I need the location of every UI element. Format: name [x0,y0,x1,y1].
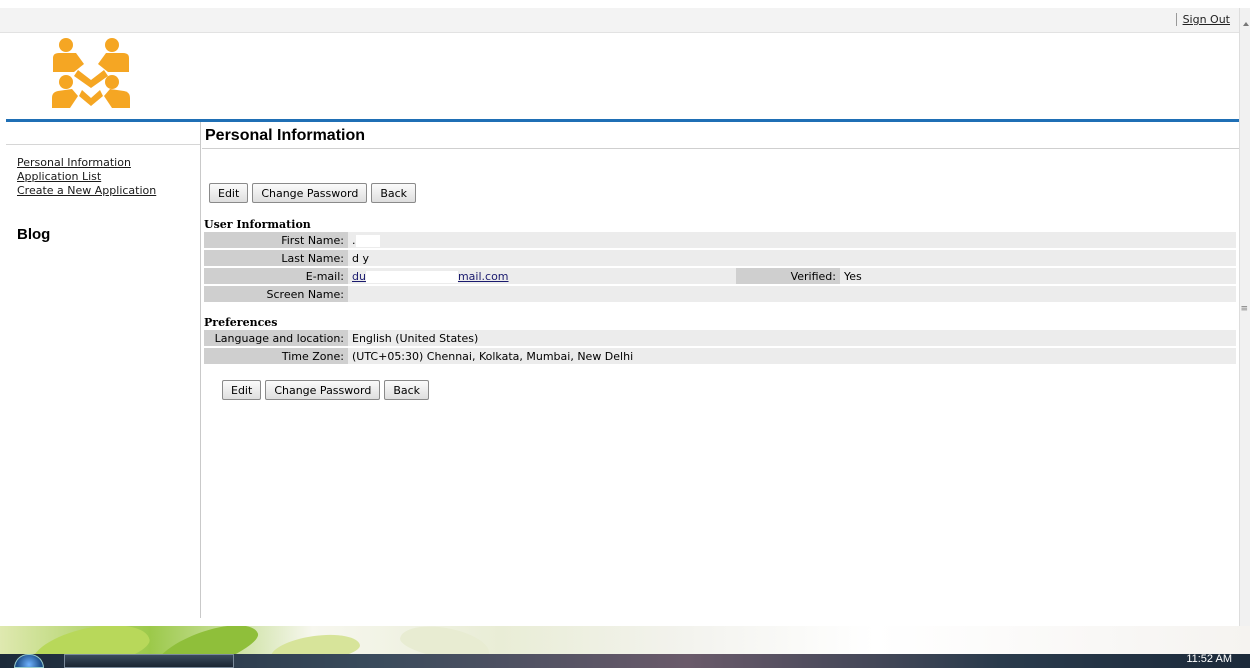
preferences-table: Language and location: English (United S… [204,328,1236,366]
timezone-value: (UTC+05:30) Chennai, Kolkata, Mumbai, Ne… [348,348,1236,364]
user-information-table: First Name: . Last Name: d y E-mail: du m… [204,230,1236,304]
header-divider [6,119,1240,122]
last-name-label: Last Name: [204,250,348,266]
table-row: Time Zone: (UTC+05:30) Chennai, Kolkata,… [204,348,1236,364]
redaction-mask [365,270,458,283]
top-bar: Sign Out [0,8,1240,33]
wallpaper-leaf [268,629,362,654]
redaction-mask [355,234,380,247]
wallpaper-leaf [27,626,153,654]
scroll-up-arrow-icon[interactable] [1243,22,1249,26]
wallpaper-leaf [147,626,263,654]
back-button[interactable]: Back [371,183,417,203]
vertical-scrollbar[interactable]: ≡ [1239,8,1250,626]
sign-out-link[interactable]: Sign Out [1175,13,1230,26]
title-divider [202,148,1240,149]
table-row: Language and location: English (United S… [204,330,1236,346]
first-name-value: . [348,232,1236,248]
verified-label: Verified: [736,268,840,284]
verified-value: Yes [840,268,1236,284]
bottom-button-row: Edit Change Password Back [222,380,430,400]
page-title: Personal Information [205,127,366,144]
email-label: E-mail: [204,268,348,284]
language-label: Language and location: [204,330,348,346]
taskbar-window-button[interactable] [64,654,234,668]
email-value: du mail.com [348,268,736,284]
timezone-label: Time Zone: [204,348,348,364]
sidebar-nav: Personal Information Application List Cr… [17,156,197,198]
edit-button[interactable]: Edit [222,380,262,400]
sidebar-item-personal-information[interactable]: Personal Information [17,156,197,170]
back-button[interactable]: Back [384,380,430,400]
language-value: English (United States) [348,330,1236,346]
people-logo-icon [52,38,130,108]
first-name-label: First Name: [204,232,348,248]
table-row: First Name: . [204,232,1236,248]
nav-header-strip [6,124,200,145]
wallpaper-leaf [398,626,492,654]
screen-name-value [348,286,1236,302]
screen-name-label: Screen Name: [204,286,348,302]
change-password-button[interactable]: Change Password [265,380,381,400]
sidebar-item-application-list[interactable]: Application List [17,170,197,184]
email-link-start[interactable]: du [352,270,366,283]
table-row: Screen Name: [204,286,1236,302]
edit-button[interactable]: Edit [209,183,249,203]
top-button-row: Edit Change Password Back [209,183,417,203]
sidebar-item-create-application[interactable]: Create a New Application [17,184,197,198]
nav-divider [200,122,201,618]
change-password-button[interactable]: Change Password [252,183,368,203]
last-name-value: d y [348,250,1236,266]
sidebar-blog-heading: Blog [17,226,51,243]
scroll-grip-icon[interactable]: ≡ [1240,304,1248,314]
table-row: E-mail: du mail.com Verified: Yes [204,268,1236,284]
email-link-end[interactable]: mail.com [458,270,509,283]
taskbar-clock[interactable]: 11:52 AM [1186,653,1232,665]
table-row: Last Name: d y [204,250,1236,266]
desktop-wallpaper [0,626,1250,654]
